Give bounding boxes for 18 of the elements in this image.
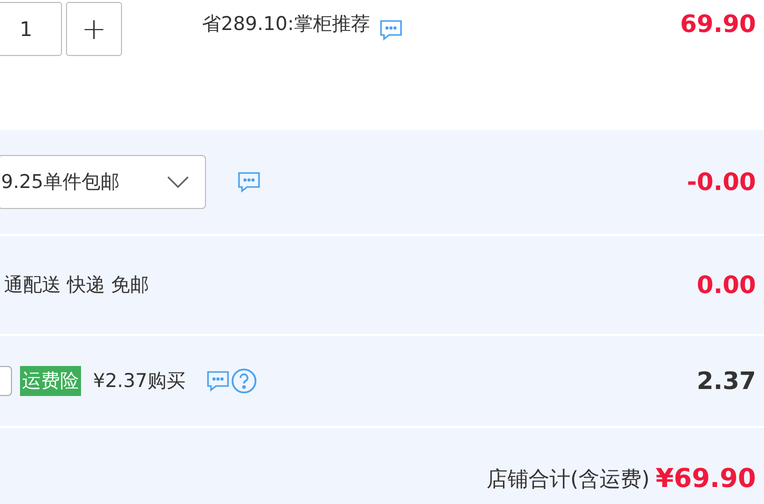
delivery-text: 通配送 快递 免邮 [4,272,150,298]
total-price: ¥69.90 [656,463,756,496]
promo-text: 省289.10:掌柜推荐 [202,12,370,37]
chat-icon[interactable] [236,170,262,194]
row-amount: 2.37 [696,366,756,397]
insurance-badge: 运费险 [20,366,81,396]
shipping-select[interactable]: 9.25单件包邮 [0,155,206,209]
chevron-down-icon [167,176,189,188]
chat-icon[interactable] [205,369,232,393]
item-price: 69.90 [680,9,756,40]
row-amount: 0.00 [696,270,756,301]
chat-icon[interactable] [378,18,404,42]
total-label: 店铺合计(含运费) [486,466,650,493]
insurance-price: ¥2.37购买 [93,368,186,394]
quantity-field[interactable]: 1 [0,2,62,56]
help-icon[interactable] [231,368,258,394]
row-amount: -0.00 [686,167,756,198]
plus-button[interactable]: + [66,2,122,56]
